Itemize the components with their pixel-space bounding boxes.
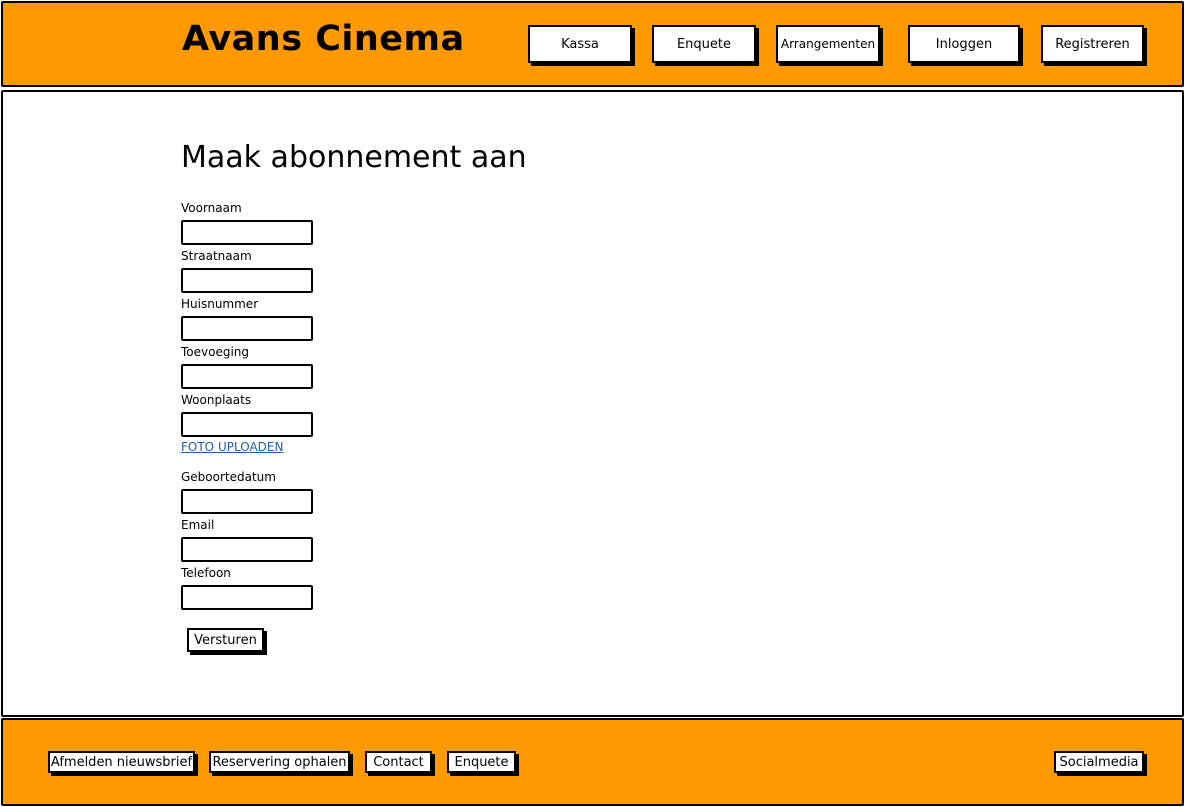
email-label: Email bbox=[181, 518, 215, 532]
afmelden-nieuwsbrief-button[interactable]: Afmelden nieuwsbrief bbox=[48, 751, 195, 773]
nav-arrangementen-button[interactable]: Arrangementen bbox=[776, 25, 880, 63]
woonplaats-input[interactable] bbox=[181, 412, 313, 437]
email-input[interactable] bbox=[181, 537, 313, 562]
telefoon-label: Telefoon bbox=[181, 566, 231, 580]
socialmedia-button[interactable]: Socialmedia bbox=[1054, 751, 1144, 773]
nav-inloggen-button[interactable]: Inloggen bbox=[908, 25, 1020, 63]
footer-enquete-button[interactable]: Enquete bbox=[447, 751, 516, 773]
toevoeging-label: Toevoeging bbox=[181, 345, 250, 359]
geboortedatum-input[interactable] bbox=[181, 489, 313, 514]
main-content-panel bbox=[1, 90, 1184, 717]
nav-kassa-button[interactable]: Kassa bbox=[528, 25, 632, 63]
voornaam-label: Voornaam bbox=[181, 201, 242, 215]
page-title: Maak abonnement aan bbox=[181, 140, 527, 175]
woonplaats-label: Woonplaats bbox=[181, 393, 252, 407]
versturen-button[interactable]: Versturen bbox=[187, 628, 264, 652]
geboortedatum-label: Geboortedatum bbox=[181, 470, 276, 484]
brand-title: Avans Cinema bbox=[182, 19, 465, 59]
huisnummer-input[interactable] bbox=[181, 316, 313, 341]
toevoeging-input[interactable] bbox=[181, 364, 313, 389]
nav-registreren-button[interactable]: Registreren bbox=[1041, 25, 1144, 63]
huisnummer-label: Huisnummer bbox=[181, 297, 259, 311]
nav-enquete-button[interactable]: Enquete bbox=[652, 25, 756, 63]
foto-upload-link[interactable]: FOTO UPLOADEN bbox=[181, 441, 283, 453]
telefoon-input[interactable] bbox=[181, 585, 313, 610]
reservering-ophalen-button[interactable]: Reservering ophalen bbox=[209, 751, 350, 773]
voornaam-input[interactable] bbox=[181, 220, 313, 245]
straatnaam-label: Straatnaam bbox=[181, 249, 252, 263]
contact-button[interactable]: Contact bbox=[365, 751, 432, 773]
straatnaam-input[interactable] bbox=[181, 268, 313, 293]
